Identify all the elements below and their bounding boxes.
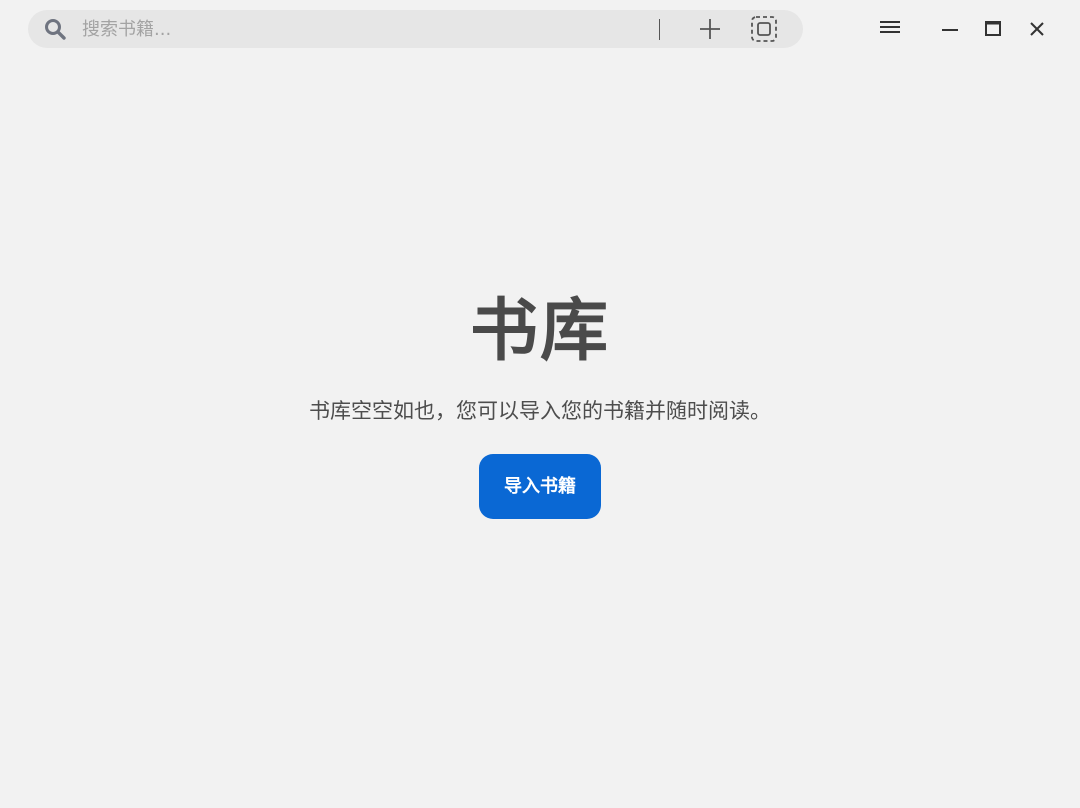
close-button[interactable] — [1025, 15, 1049, 39]
plus-icon — [700, 19, 720, 39]
empty-library-message: 书库空空如也，您可以导入您的书籍并随时阅读。 — [309, 399, 771, 423]
add-book-button[interactable] — [696, 15, 724, 43]
hamburger-menu-icon — [880, 21, 900, 33]
app-window: 书库 书库空空如也，您可以导入您的书籍并随时阅读。 导入书籍 — [0, 0, 1080, 808]
library-empty-state: 书库 书库空空如也，您可以导入您的书籍并随时阅读。 导入书籍 — [0, 290, 1080, 519]
page-title: 书库 — [469, 292, 610, 371]
minimize-icon — [942, 29, 958, 31]
search-divider — [659, 19, 660, 40]
fullscreen-icon — [751, 16, 777, 42]
search-bar — [28, 10, 803, 48]
maximize-button[interactable] — [981, 15, 1005, 39]
fullscreen-button[interactable] — [750, 15, 778, 43]
close-icon — [1030, 22, 1044, 36]
search-icon[interactable] — [44, 18, 66, 40]
maximize-icon — [985, 21, 1001, 36]
search-input[interactable] — [82, 16, 642, 42]
import-books-button[interactable]: 导入书籍 — [479, 454, 601, 519]
menu-button[interactable] — [878, 15, 902, 39]
minimize-button[interactable] — [938, 15, 962, 39]
